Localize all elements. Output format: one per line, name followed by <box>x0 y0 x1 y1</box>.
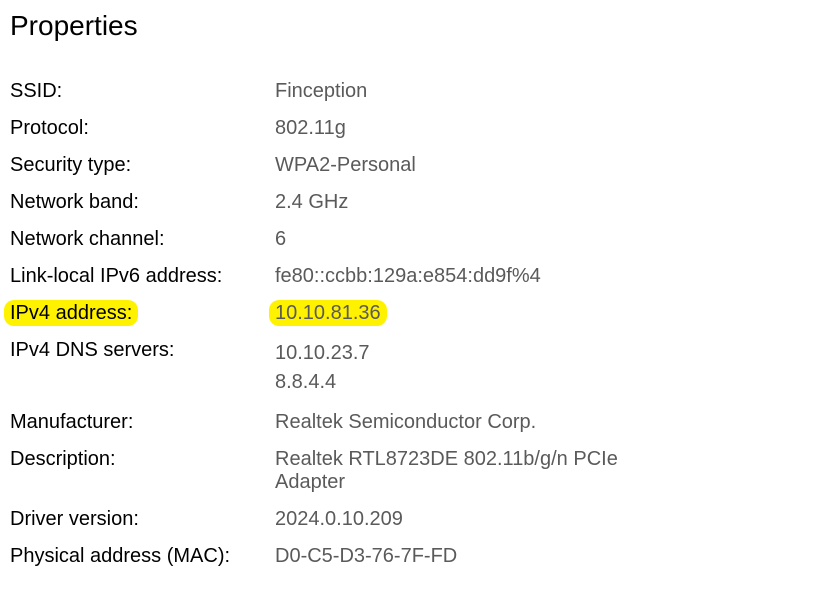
manufacturer-value: Realtek Semiconductor Corp. <box>275 411 806 434</box>
link-local-ipv6-label: Link-local IPv6 address: <box>10 265 275 288</box>
description-label: Description: <box>10 448 275 494</box>
network-channel-label: Network channel: <box>10 228 275 251</box>
protocol-label: Protocol: <box>10 117 275 140</box>
network-channel-value: 6 <box>275 228 806 251</box>
ssid-value: Finception <box>275 80 806 103</box>
network-band-label: Network band: <box>10 191 275 214</box>
ipv4-dns-value: 10.10.23.7 8.8.4.4 <box>275 339 806 397</box>
mac-label: Physical address (MAC): <box>10 545 275 568</box>
driver-version-value: 2024.0.10.209 <box>275 508 806 531</box>
security-type-label: Security type: <box>10 154 275 177</box>
manufacturer-label: Manufacturer: <box>10 411 275 434</box>
ipv4-address-value: 10.10.81.36 <box>275 302 806 325</box>
description-value: Realtek RTL8723DE 802.11b/g/n PCIe Adapt… <box>275 448 625 494</box>
ipv4-dns-value-2: 8.8.4.4 <box>275 368 806 397</box>
protocol-value: 802.11g <box>275 117 806 140</box>
properties-heading: Properties <box>10 10 806 42</box>
ipv4-address-label: IPv4 address: <box>10 302 275 325</box>
link-local-ipv6-value: fe80::ccbb:129a:e854:dd9f%4 <box>275 265 806 288</box>
security-type-value: WPA2-Personal <box>275 154 806 177</box>
ssid-label: SSID: <box>10 80 275 103</box>
ipv4-address-value-highlight: 10.10.81.36 <box>275 302 381 324</box>
mac-value: D0-C5-D3-76-7F-FD <box>275 545 806 568</box>
driver-version-label: Driver version: <box>10 508 275 531</box>
network-band-value: 2.4 GHz <box>275 191 806 214</box>
ipv4-dns-value-1: 10.10.23.7 <box>275 339 806 368</box>
ipv4-address-label-highlight: IPv4 address: <box>10 302 132 324</box>
properties-table: SSID: Finception Protocol: 802.11g Secur… <box>10 80 806 568</box>
ipv4-dns-label: IPv4 DNS servers: <box>10 339 275 397</box>
